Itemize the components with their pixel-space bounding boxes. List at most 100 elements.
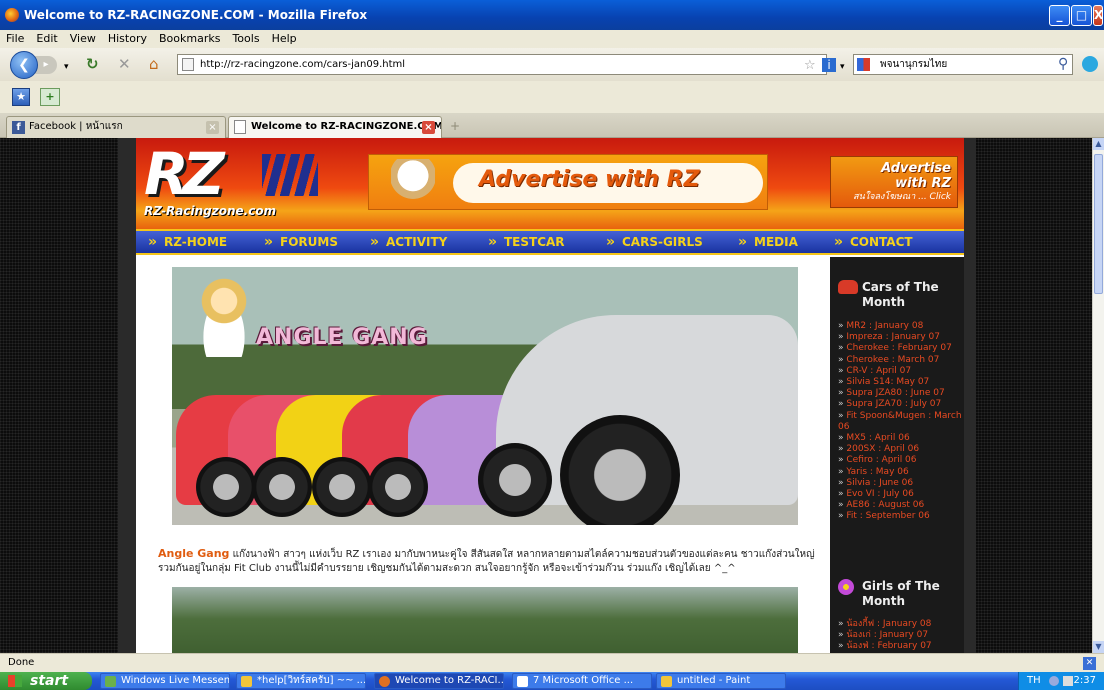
advertise-banner[interactable]: Advertise with RZ: [368, 154, 768, 210]
car-link[interactable]: Silvia : June 06: [838, 478, 962, 489]
cars-of-month-heading: Cars of The Month: [838, 280, 964, 310]
scroll-down-icon[interactable]: ▼: [1093, 641, 1104, 653]
car-link[interactable]: Impreza : January 07: [838, 332, 962, 343]
angel-gang-photo: ANGLE GANG: [172, 267, 798, 525]
bookmarks-star-icon[interactable]: ★: [12, 88, 30, 106]
girls-of-month-heading: Girls of The Month: [838, 579, 964, 609]
forward-button[interactable]: ▸: [35, 56, 57, 74]
reload-icon[interactable]: ↻: [86, 57, 99, 72]
url-bar[interactable]: http://rz-racingzone.com/cars-jan09.html: [177, 54, 827, 75]
search-engine-icon[interactable]: [857, 58, 870, 71]
volume-icon[interactable]: [1063, 676, 1073, 686]
nav-testcar[interactable]: TESTCAR: [476, 231, 594, 253]
vertical-scrollbar[interactable]: ▲ ▼: [1092, 138, 1104, 653]
nav-cars-girls[interactable]: CARS-GIRLS: [594, 231, 726, 253]
car-link[interactable]: Yaris : May 06: [838, 467, 962, 478]
windows-taskbar: start Windows Live Messen... *help[วิทร์…: [0, 672, 1104, 690]
back-button[interactable]: ❮: [10, 51, 38, 79]
rz-website: RZ RZ-Racingzone.com Advertise with RZ A…: [136, 138, 964, 653]
girl-link[interactable]: น้องฟ่ : February 07: [838, 641, 962, 652]
article-lead: Angle Gang: [158, 547, 230, 560]
firefox-window: Welcome to RZ-RACINGZONE.COM - Mozilla F…: [0, 0, 1104, 690]
feed-icon[interactable]: i: [822, 58, 836, 72]
advertise-small-banner[interactable]: Advertise with RZ สนใจลงโฆษณา ... Click: [830, 156, 958, 208]
maximize-button[interactable]: □: [1071, 5, 1092, 26]
car-link[interactable]: Supra JZA70 : July 07: [838, 399, 962, 410]
close-tab-icon[interactable]: ×: [206, 121, 219, 134]
menu-tools[interactable]: Tools: [226, 30, 265, 48]
bookmarks-toolbar: ★ +: [0, 81, 1104, 113]
scroll-up-icon[interactable]: ▲: [1093, 138, 1104, 150]
clock: 2:37: [1073, 675, 1096, 686]
nav-forums[interactable]: FORUMS: [252, 231, 358, 253]
menu-bookmarks[interactable]: Bookmarks: [153, 30, 226, 48]
scroll-thumb[interactable]: [1094, 154, 1103, 294]
close-button[interactable]: X: [1093, 5, 1103, 26]
stop-icon[interactable]: ✕: [118, 57, 131, 72]
task-paint[interactable]: untitled - Paint: [656, 673, 786, 689]
nav-contact[interactable]: CONTACT: [822, 231, 962, 253]
car-link[interactable]: Cherokee : March 07: [838, 355, 962, 366]
article-description: Angle Gang แก๊งนางฟ้า สาวๆ แห่งเว็บ RZ เ…: [158, 547, 822, 576]
network-icon[interactable]: [1049, 676, 1059, 686]
car-link[interactable]: CR-V : April 07: [838, 366, 962, 377]
skype-icon[interactable]: [1082, 56, 1098, 72]
banner-text: Advertise with RZ: [479, 167, 700, 192]
main-content: ANGLE GANG Angle Gang แก๊งนางฟ้า สาวๆ แห…: [136, 257, 830, 653]
car-link[interactable]: Fit Spoon&Mugen : March 06: [838, 411, 962, 433]
home-icon[interactable]: ⌂: [149, 57, 159, 72]
task-office[interactable]: 7 Microsoft Office ...: [512, 673, 652, 689]
car-link[interactable]: Cherokee : February 07: [838, 343, 962, 354]
car-link[interactable]: 200SX : April 06: [838, 444, 962, 455]
task-firefox[interactable]: Welcome to RZ-RACI...: [374, 673, 504, 689]
tab-facebook[interactable]: f Facebook | หน้าแรก ×: [6, 116, 226, 138]
tab-strip: f Facebook | หน้าแรก × Welcome to RZ-RAC…: [0, 113, 1104, 138]
window-title: Welcome to RZ-RACINGZONE.COM - Mozilla F…: [24, 8, 368, 22]
girl-link[interactable]: น้องกี้ฟ : January 08: [838, 619, 962, 630]
nav-rz-home[interactable]: RZ-HOME: [136, 231, 252, 253]
tab-rz-racingzone[interactable]: Welcome to RZ-RACINGZONE.COM ×: [228, 116, 442, 138]
site-nav: RZ-HOME FORUMS ACTIVITY TESTCAR CARS-GIR…: [136, 229, 964, 255]
wheel: [368, 457, 428, 517]
add-bookmark-icon[interactable]: +: [40, 88, 60, 106]
wheel: [252, 457, 312, 517]
search-text: พจนานุกรมไทย: [880, 59, 948, 70]
car-link[interactable]: MX5 : April 06: [838, 433, 962, 444]
bookmark-star-icon[interactable]: ☆: [804, 58, 816, 73]
car-link[interactable]: MR2 : January 08: [838, 321, 962, 332]
menu-file[interactable]: File: [0, 30, 30, 48]
minimize-button[interactable]: _: [1049, 5, 1070, 26]
addon-icon[interactable]: ✕: [1083, 657, 1096, 670]
menu-history[interactable]: History: [102, 30, 153, 48]
search-input[interactable]: พจนานุกรมไทย: [853, 54, 1073, 75]
rz-logo[interactable]: RZ RZ-Racingzone.com: [144, 144, 324, 224]
task-help[interactable]: *help[วิทร์สครับ] ~~ ...: [236, 673, 366, 689]
menu-bar: File Edit View History Bookmarks Tools H…: [0, 30, 1104, 48]
history-dropdown-icon[interactable]: ▾: [64, 60, 69, 75]
sidebar: Cars of The Month MR2 : January 08 Impre…: [830, 257, 964, 653]
car-link[interactable]: Fit : September 06: [838, 511, 962, 522]
task-messenger[interactable]: Windows Live Messen...: [100, 673, 230, 689]
new-tab-icon[interactable]: +: [446, 119, 464, 136]
menu-view[interactable]: View: [64, 30, 102, 48]
girl-link[interactable]: น้องเก่ : January 07: [838, 630, 962, 641]
car-link[interactable]: Evo VI : July 06: [838, 489, 962, 500]
menu-edit[interactable]: Edit: [30, 30, 63, 48]
car-link[interactable]: Supra JZA80 : June 07: [838, 388, 962, 399]
lucky-cat-icon: [391, 159, 435, 207]
nav-media[interactable]: MEDIA: [726, 231, 822, 253]
car-link[interactable]: Cefiro : April 06: [838, 455, 962, 466]
girls-list: น้องกี้ฟ : January 08 น้องเก่ : January …: [838, 619, 962, 653]
car-link[interactable]: AE86 : August 06: [838, 500, 962, 511]
start-button[interactable]: start: [0, 672, 92, 690]
search-icon[interactable]: ⚲: [1058, 57, 1068, 72]
nav-activity[interactable]: ACTIVITY: [358, 231, 476, 253]
ad-small-line3: สนใจลงโฆษณา ... Click: [853, 192, 951, 202]
close-tab-icon[interactable]: ×: [422, 121, 435, 134]
photo-title: ANGLE GANG: [256, 325, 428, 350]
car-icon: [838, 280, 858, 294]
menu-help[interactable]: Help: [266, 30, 303, 48]
car-link[interactable]: Silvia S14: May 07: [838, 377, 962, 388]
site-dropdown-icon[interactable]: ▾: [840, 60, 845, 75]
language-indicator[interactable]: TH: [1027, 672, 1041, 690]
